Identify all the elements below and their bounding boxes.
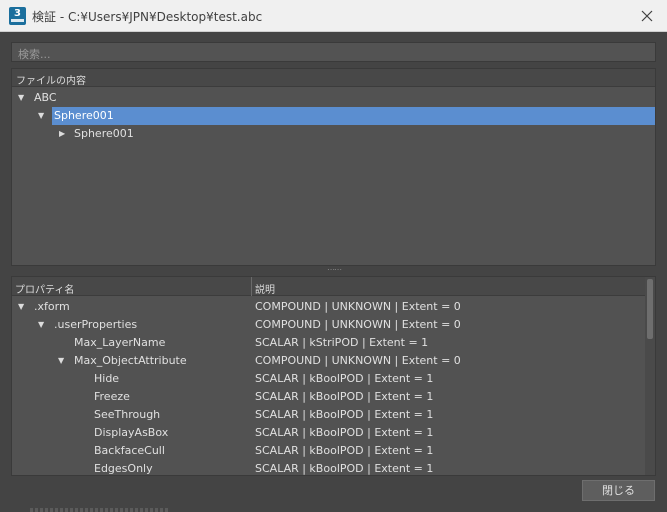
- property-description: COMPOUND | UNKNOWN | Extent = 0: [255, 354, 461, 367]
- tree-item-sphere001-child[interactable]: ▶ Sphere001: [12, 125, 655, 143]
- column-header-description[interactable]: 説明: [255, 281, 275, 296]
- table-row[interactable]: EdgesOnly SCALAR | kBoolPOD | Extent = 1: [12, 460, 646, 475]
- property-name: .xform: [34, 300, 70, 313]
- table-row[interactable]: BackfaceCull SCALAR | kBoolPOD | Extent …: [12, 442, 646, 460]
- tree-item-abc[interactable]: ▼ ABC: [12, 89, 655, 107]
- property-description: SCALAR | kBoolPOD | Extent = 1: [255, 390, 434, 403]
- table-row[interactable]: Freeze SCALAR | kBoolPOD | Extent = 1: [12, 388, 646, 406]
- property-description: SCALAR | kBoolPOD | Extent = 1: [255, 372, 434, 385]
- window-title: 検証 - C:¥Users¥JPN¥Desktop¥test.abc: [32, 10, 263, 24]
- table-row[interactable]: ▼ .xform COMPOUND | UNKNOWN | Extent = 0: [12, 298, 646, 316]
- panel-splitter-handle[interactable]: ⋯⋯: [326, 266, 342, 274]
- expand-arrow-icon[interactable]: ▼: [38, 316, 44, 334]
- property-name: BackfaceCull: [94, 444, 165, 457]
- window-close-button[interactable]: [633, 2, 661, 30]
- properties-table-header: プロパティ名 説明: [12, 277, 646, 296]
- property-description: SCALAR | kBoolPOD | Extent = 1: [255, 408, 434, 421]
- app-icon: 3: [9, 7, 26, 25]
- property-name: Max_LayerName: [74, 336, 166, 349]
- tree-item-label: ABC: [34, 91, 57, 104]
- tree-item-label: Sphere001: [74, 127, 134, 140]
- expand-arrow-icon[interactable]: ▼: [18, 298, 24, 316]
- property-name: DisplayAsBox: [94, 426, 169, 439]
- table-row[interactable]: ▼ .userProperties COMPOUND | UNKNOWN | E…: [12, 316, 646, 334]
- property-description: SCALAR | kBoolPOD | Extent = 1: [255, 426, 434, 439]
- table-row[interactable]: Max_LayerName SCALAR | kStriPOD | Extent…: [12, 334, 646, 352]
- table-row[interactable]: DisplayAsBox SCALAR | kBoolPOD | Extent …: [12, 424, 646, 442]
- status-text-fragment: [30, 508, 170, 512]
- expand-arrow-icon[interactable]: ▼: [38, 107, 44, 125]
- property-name: Hide: [94, 372, 120, 385]
- property-description: SCALAR | kStriPOD | Extent = 1: [255, 336, 429, 349]
- property-name: Freeze: [94, 390, 130, 403]
- collapsed-arrow-icon[interactable]: ▶: [59, 125, 65, 143]
- vertical-scrollbar[interactable]: [645, 277, 655, 475]
- property-name: SeeThrough: [94, 408, 161, 421]
- close-button[interactable]: 閉じる: [582, 480, 655, 501]
- file-contents-header: ファイルの内容: [12, 69, 655, 87]
- search-input[interactable]: 検索...: [11, 42, 656, 62]
- property-name: Max_ObjectAttribute: [74, 354, 187, 367]
- expand-arrow-icon[interactable]: ▼: [58, 352, 64, 370]
- property-description: COMPOUND | UNKNOWN | Extent = 0: [255, 318, 461, 331]
- file-contents-panel: ファイルの内容 ▼ ABC ▼ Sphere001 ▶ Sphere001: [11, 68, 656, 266]
- property-name: .userProperties: [54, 318, 138, 331]
- expand-arrow-icon[interactable]: ▼: [18, 89, 24, 107]
- table-row[interactable]: Hide SCALAR | kBoolPOD | Extent = 1: [12, 370, 646, 388]
- scrollbar-thumb[interactable]: [647, 279, 653, 339]
- title-bar: 3 検証 - C:¥Users¥JPN¥Desktop¥test.abc: [0, 0, 667, 32]
- properties-panel: プロパティ名 説明 ▼ .xform COMPOUND | UNKNOWN | …: [11, 276, 656, 476]
- property-description: SCALAR | kBoolPOD | Extent = 1: [255, 444, 434, 457]
- property-description: SCALAR | kBoolPOD | Extent = 1: [255, 462, 434, 475]
- column-divider[interactable]: [251, 277, 252, 296]
- property-name: EdgesOnly: [94, 462, 153, 475]
- table-row[interactable]: SeeThrough SCALAR | kBoolPOD | Extent = …: [12, 406, 646, 424]
- tree-item-sphere001-selected[interactable]: Sphere001: [52, 107, 655, 125]
- column-header-property-name[interactable]: プロパティ名: [15, 281, 74, 296]
- close-icon: [641, 10, 653, 22]
- property-description: COMPOUND | UNKNOWN | Extent = 0: [255, 300, 461, 313]
- table-row[interactable]: ▼ Max_ObjectAttribute COMPOUND | UNKNOWN…: [12, 352, 646, 370]
- tree-item-label: Sphere001: [54, 109, 114, 122]
